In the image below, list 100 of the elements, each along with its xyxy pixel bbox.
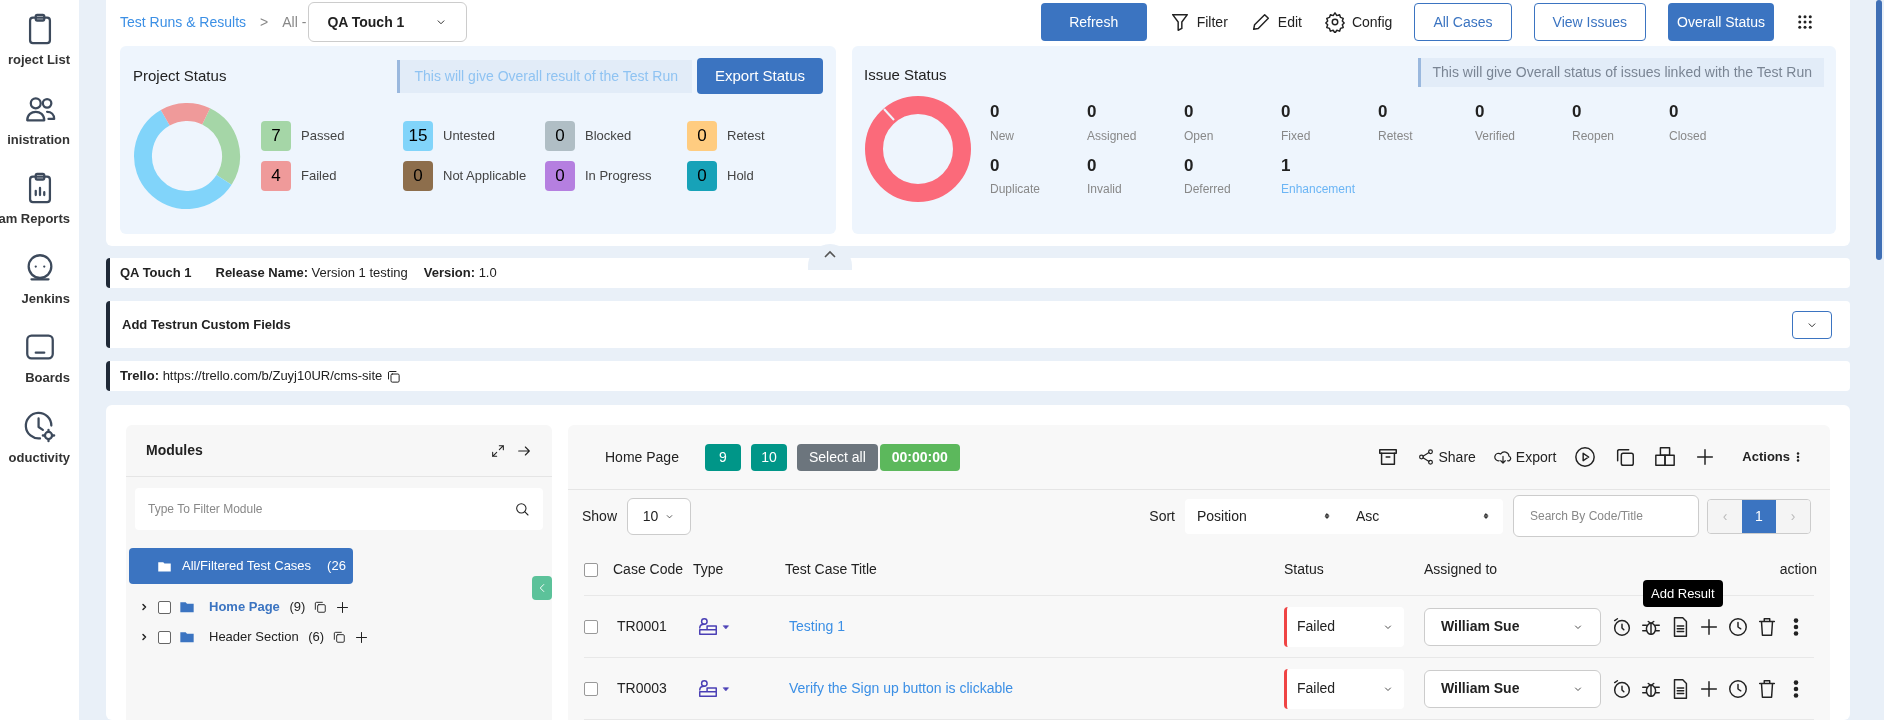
copy-icon[interactable]	[313, 600, 328, 614]
sort-select[interactable]: Asc	[1344, 505, 1503, 527]
sort-label: Sort	[1149, 506, 1175, 526]
apps-grid-icon[interactable]	[1796, 13, 1814, 31]
panel-title: Issue Status	[864, 65, 947, 86]
issue-count: 0	[990, 101, 1001, 123]
issue-label: Assigned	[1087, 127, 1138, 145]
issue-count: 0	[1475, 101, 1486, 123]
play-icon[interactable]	[1574, 446, 1597, 468]
sidebar-item[interactable]: Boards	[25, 368, 72, 388]
tree-item[interactable]: All/Filtered Test Cases (26	[129, 548, 353, 584]
toolbar-button[interactable]: Filter	[1168, 11, 1228, 33]
count-badge: 0	[687, 161, 717, 191]
page-size-select[interactable]: 10	[627, 497, 692, 535]
sidebar-item[interactable]: oductivity	[8, 447, 72, 467]
issue-label: Reopen	[1572, 127, 1616, 145]
issue-count: 1	[1281, 154, 1292, 177]
count-badge: 0	[403, 161, 433, 191]
issue-label: Open	[1184, 127, 1215, 145]
copy-icon[interactable]	[386, 368, 402, 384]
export-status-button[interactable]: Export Status	[696, 58, 823, 94]
select-all-button[interactable]: Select all	[796, 443, 878, 471]
count-badge: 0	[545, 161, 575, 191]
sidebar-item[interactable]: inistration	[7, 129, 72, 149]
column-header: Test Case Title	[785, 560, 878, 579]
archive-icon[interactable]	[1376, 446, 1399, 468]
sort-arrows-icon	[1322, 511, 1332, 521]
clock-icon[interactable]	[1727, 677, 1749, 700]
page-button[interactable]: 1	[1742, 499, 1776, 533]
tree-item[interactable]: Header Section (6)	[209, 627, 325, 647]
settings-icon	[1323, 11, 1346, 33]
person-list-icon	[697, 615, 719, 638]
actions-menu[interactable]: Actions	[1742, 447, 1804, 467]
search-icon	[514, 501, 530, 517]
legend-label: In Progress	[585, 167, 652, 186]
select-all-checkbox[interactable]	[584, 562, 598, 577]
boxes-icon[interactable]	[1654, 446, 1677, 468]
sort-select[interactable]: Position	[1185, 505, 1344, 527]
breadcrumb-text: All -	[282, 12, 307, 32]
clock-icon[interactable]	[1727, 615, 1749, 638]
assignee-select[interactable]: William Sue	[1424, 607, 1601, 646]
case-code: TR0003	[616, 679, 668, 698]
run-select[interactable]: QA Touch 1	[308, 2, 468, 42]
add-icon[interactable]	[335, 599, 351, 615]
toolbar-button[interactable]: Edit	[1249, 11, 1302, 33]
copy-icon[interactable]	[332, 630, 347, 644]
legend-label: Untested	[443, 127, 496, 146]
delete-icon[interactable]	[1756, 615, 1778, 638]
breadcrumb-separator: >	[260, 12, 269, 32]
issue-label: Deferred	[1184, 181, 1232, 198]
count-badge: 15	[403, 121, 433, 151]
row-checkbox[interactable]	[584, 681, 598, 696]
project-name: QA Touch 1	[120, 264, 192, 283]
section-title: Add Testrun Custom Fields	[122, 315, 291, 334]
issue-count: 0	[1669, 101, 1680, 123]
sidebar-item[interactable]: roject List	[7, 50, 72, 70]
toolbar-button[interactable]: View Issues	[1533, 3, 1646, 41]
toolbar-button[interactable]: Export	[1493, 446, 1557, 468]
checkbox[interactable]	[158, 600, 171, 614]
hint-text: This will give Overall status of issues linked with the Test Run	[1417, 58, 1824, 87]
sidebar-item[interactable]: Jenkins	[21, 288, 72, 308]
toolbar-button[interactable]: Refresh	[1040, 3, 1147, 41]
type-selector[interactable]	[697, 615, 731, 638]
issue-label: Fixed	[1281, 127, 1312, 145]
count-badge: 0	[545, 121, 575, 151]
folder-icon	[179, 629, 195, 645]
search-field[interactable]: Search By Code/Title	[1513, 495, 1699, 537]
toolbar-button[interactable]: Share	[1416, 446, 1476, 468]
toolbar-button[interactable]: Config	[1323, 11, 1393, 33]
tree-item[interactable]: Home Page (9)	[209, 597, 306, 617]
timer-icon[interactable]	[1611, 677, 1633, 700]
legend-label: Failed	[301, 167, 337, 186]
copy-icon[interactable]	[1614, 446, 1637, 468]
timer-icon[interactable]	[1611, 615, 1633, 638]
case-code: TR0001	[616, 617, 668, 636]
cloud-download-icon	[1493, 448, 1512, 466]
toolbar-button[interactable]: Overall Status	[1668, 3, 1774, 41]
issue-label: Verified	[1475, 127, 1517, 145]
release-name-text: Release Name: Version 1 testing	[215, 264, 408, 283]
delete-icon[interactable]	[1756, 677, 1778, 700]
sort-arrows-icon	[1481, 511, 1491, 521]
assignee-select[interactable]: William Sue	[1424, 669, 1601, 708]
filter-field[interactable]: Type To Filter Module	[135, 488, 543, 530]
add-icon[interactable]	[354, 629, 370, 645]
count-badge: 0	[687, 121, 717, 151]
module-name: Home Page	[605, 447, 679, 467]
status-select[interactable]: Failed	[1284, 668, 1404, 709]
legend-label: Hold	[727, 167, 754, 186]
count-badge: 7	[261, 121, 291, 151]
checkbox[interactable]	[158, 630, 171, 644]
row-checkbox[interactable]	[584, 619, 598, 634]
issue-label: New	[990, 127, 1015, 145]
expand-icon[interactable]	[490, 442, 506, 459]
status-select[interactable]: Failed	[1284, 606, 1404, 647]
toolbar-button[interactable]: All Cases	[1414, 3, 1512, 41]
type-selector[interactable]	[697, 677, 731, 700]
clock-gear-icon[interactable]	[22, 409, 57, 444]
expand-toggle[interactable]	[1792, 310, 1832, 339]
scrollbar-thumb[interactable]	[1876, 0, 1882, 260]
tooltip: Add Result	[1643, 580, 1723, 607]
